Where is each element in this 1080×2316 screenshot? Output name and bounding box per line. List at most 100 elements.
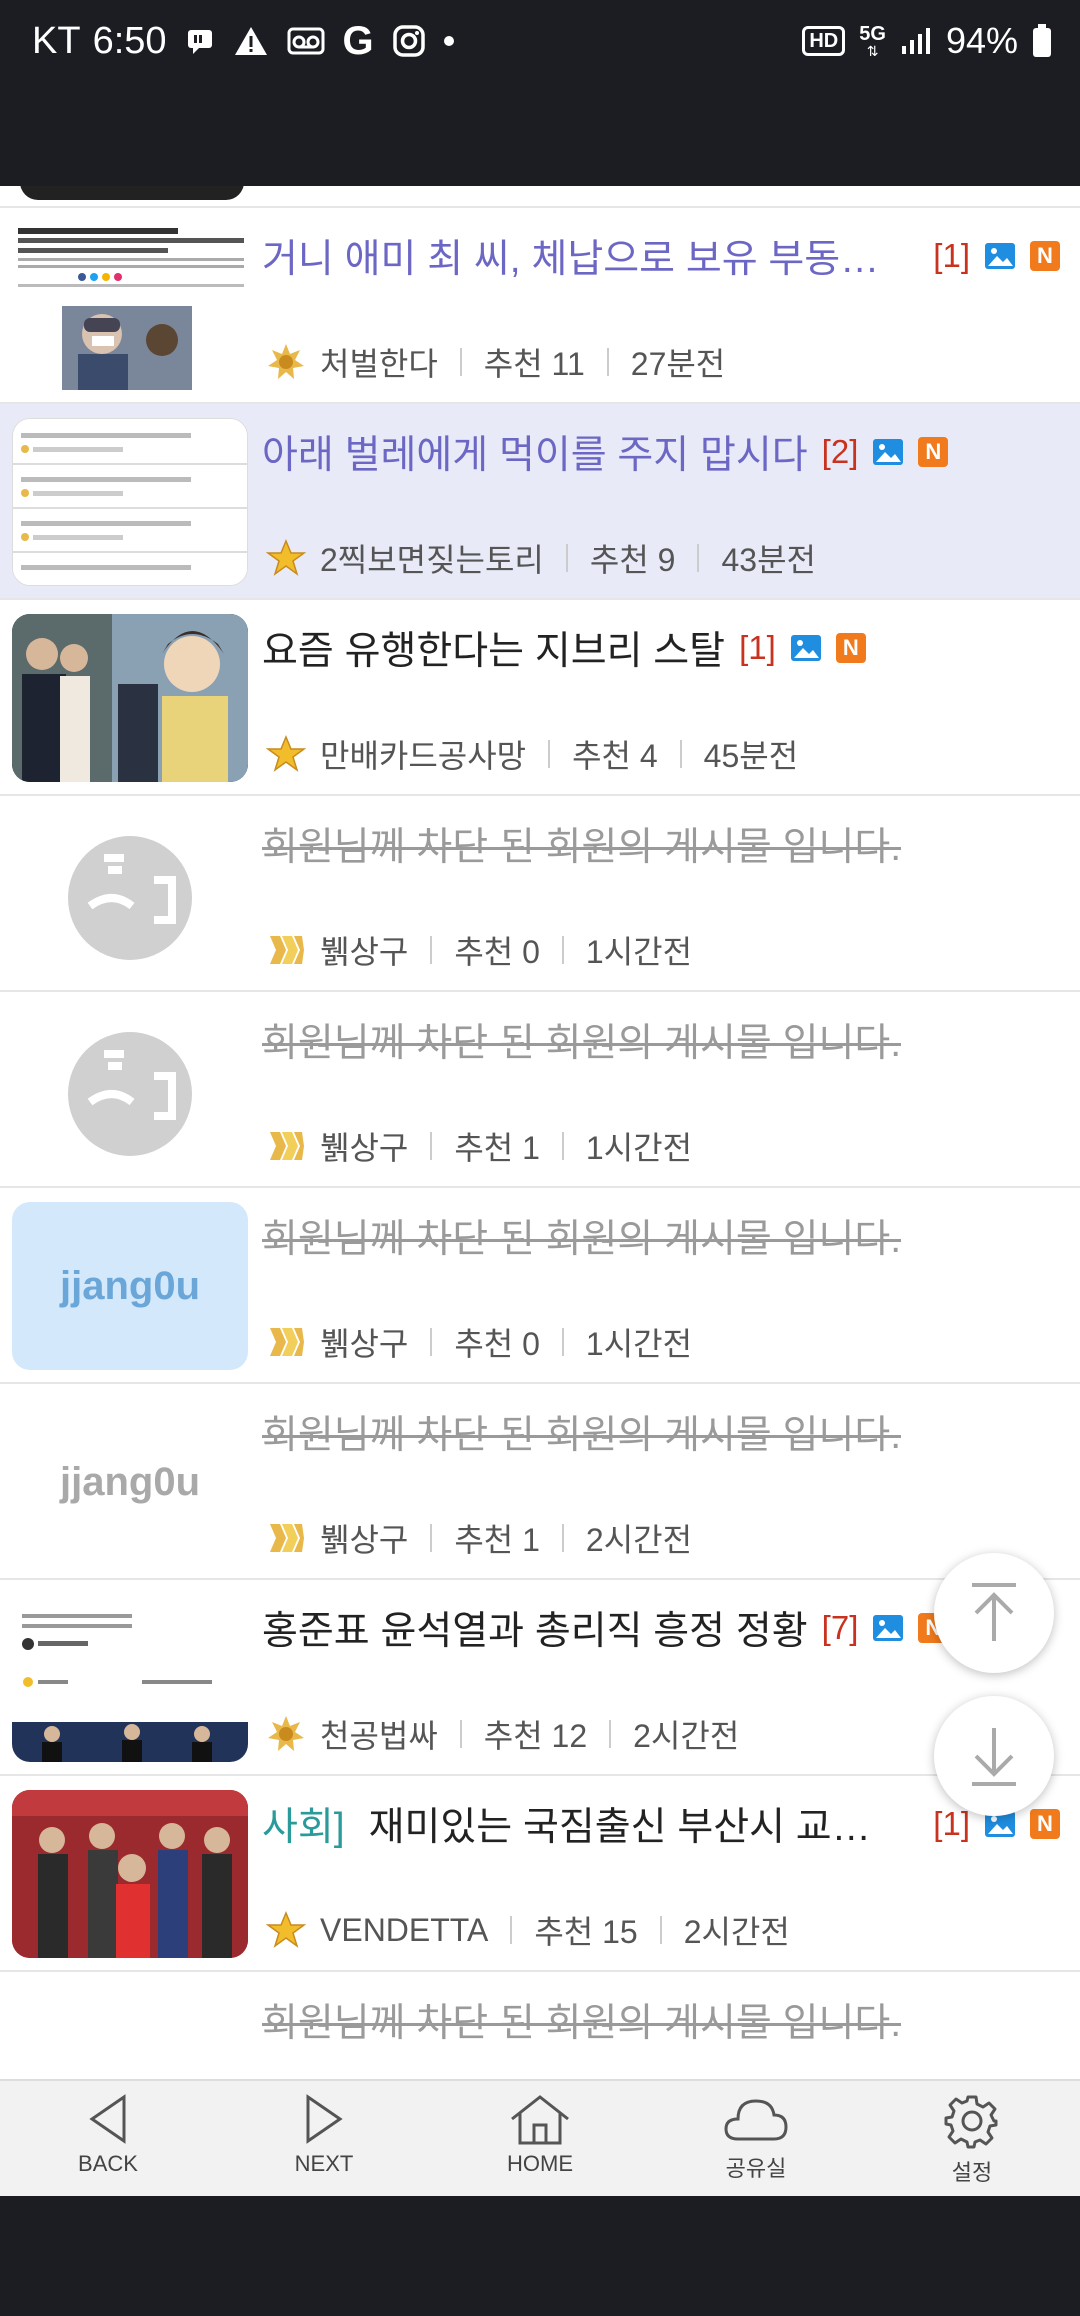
post-recommend: 추천 1 <box>454 1522 540 1558</box>
post-time: 27분전 <box>630 346 726 382</box>
post-author[interactable]: 뷁상구 <box>320 1319 408 1365</box>
home-icon <box>511 2095 569 2145</box>
post-title[interactable]: 재미있는 국짐출신 부산시 교육감 후보 <box>369 1796 889 1852</box>
jjangou-logo-gray: jjang0u <box>12 1986 248 2079</box>
post-author[interactable]: 뷁상구 <box>320 927 408 973</box>
category-label[interactable]: 사회] <box>262 1796 345 1852</box>
scroll-to-bottom-button[interactable] <box>934 1696 1054 1816</box>
separator <box>561 1524 564 1552</box>
post-title[interactable]: 아래 벌레에게 먹이를 주지 맙시다 <box>262 424 808 480</box>
back-button[interactable]: BACK <box>0 2081 216 2196</box>
back-triangle-icon <box>89 2094 126 2144</box>
comment-count: [2] <box>821 433 859 470</box>
post-recommend: 추천 11 <box>483 346 585 382</box>
separator <box>561 1328 564 1356</box>
home-button[interactable]: HOME <box>432 2081 648 2196</box>
post-row-blocked[interactable]: 회원님께 차단 된 회원의 게시물 입니다. 뷁상구 추천 0 1시간전 <box>0 796 1080 992</box>
post-thumbnail <box>12 222 248 390</box>
separator <box>606 348 609 376</box>
settings-label: 설정 <box>951 2160 993 2185</box>
carrier-label: KT <box>32 19 81 62</box>
post-list[interactable]: 거니 애미 최 씨, 체납으로 보유 부동산 대기 압류 [1] N 처벌한다 … <box>0 186 1080 2079</box>
sun-level-icon <box>266 1714 306 1754</box>
image-attached-icon <box>985 243 1015 269</box>
post-recommend: 추천 12 <box>483 1718 588 1754</box>
post-title[interactable]: 거니 애미 최 씨, 체납으로 보유 부동산 대기 압류 <box>262 228 902 284</box>
post-row[interactable]: 홍준표 윤석열과 총리직 흥정 정황 [7] N 천공법싸 추천 12 2시간전 <box>0 1580 1080 1776</box>
post-row-blocked[interactable]: jjang0u 회원님께 차단 된 회원의 게시물 입니다. <box>0 1972 1080 2079</box>
battery-percent: 94% <box>945 20 1018 61</box>
star-level-icon <box>266 1910 306 1950</box>
new-badge-icon: N <box>835 633 866 663</box>
new-badge-icon: N <box>1030 1809 1060 1839</box>
image-attached-icon <box>873 439 904 465</box>
post-title[interactable]: 회원님께 차단 된 회원의 게시물 입니다. <box>262 1404 901 1460</box>
post-row-highlighted[interactable]: 아래 벌레에게 먹이를 주지 맙시다 [2] N 2찍보면짖는토리 추천 9 4… <box>0 404 1080 600</box>
post-author[interactable]: VENDETTA <box>320 1912 488 1949</box>
star-level-icon <box>266 734 306 774</box>
dot-icon <box>443 36 454 46</box>
bottom-nav: BACK NEXT HOME 공유실 설정 <box>0 2079 1080 2196</box>
jjangou-logo-gray: jjang0u <box>12 1398 248 1566</box>
post-thumbnail <box>12 418 248 586</box>
post-recommend: 추천 4 <box>572 738 658 774</box>
comment-count: [1] <box>933 237 970 274</box>
separator <box>679 740 682 768</box>
post-time: 1시간전 <box>585 1130 693 1166</box>
separator <box>561 936 564 964</box>
home-label: HOME <box>507 2151 573 2176</box>
crown-level-icon <box>266 930 306 970</box>
back-label: BACK <box>78 2151 138 2176</box>
post-author[interactable]: 뷁상구 <box>320 1515 408 1561</box>
separator <box>565 544 568 572</box>
post-title[interactable]: 회원님께 차단 된 회원의 게시물 입니다. <box>262 1992 901 2048</box>
separator <box>697 544 700 572</box>
post-row[interactable]: 거니 애미 최 씨, 체납으로 보유 부동산 대기 압류 [1] N 처벌한다 … <box>0 208 1080 404</box>
image-attached-icon <box>873 1615 904 1641</box>
google-icon: G <box>342 18 374 63</box>
cloud-icon <box>724 2099 788 2141</box>
comment-count: [1] <box>933 1805 970 1842</box>
message-icon <box>185 26 215 56</box>
share-room-button[interactable]: 공유실 <box>648 2081 864 2196</box>
sun-level-icon <box>266 342 306 382</box>
post-author[interactable]: 천공법싸 <box>320 1711 438 1757</box>
post-row-blocked[interactable]: 회원님께 차단 된 회원의 게시물 입니다. 뷁상구 추천 1 1시간전 <box>0 992 1080 1188</box>
post-title[interactable]: 회원님께 차단 된 회원의 게시물 입니다. <box>262 1012 901 1068</box>
post-time: 1시간전 <box>585 934 693 970</box>
post-row-blocked[interactable]: jjang0u 회원님께 차단 된 회원의 게시물 입니다. 뷁상구 추천 1 … <box>0 1384 1080 1580</box>
post-author[interactable]: 2찍보면짖는토리 <box>320 535 544 581</box>
post-author[interactable]: 만배카드공사망 <box>320 731 526 777</box>
separator <box>609 1720 612 1748</box>
crown-level-icon <box>266 1126 306 1166</box>
separator <box>430 1328 433 1356</box>
post-recommend: 추천 9 <box>589 542 676 578</box>
scroll-to-top-button[interactable] <box>934 1553 1054 1673</box>
next-label: NEXT <box>294 2151 354 2176</box>
star-level-icon <box>266 538 306 578</box>
new-badge-icon: N <box>918 437 949 467</box>
post-row-blocked[interactable]: jjang0u 회원님께 차단 된 회원의 게시물 입니다. 뷁상구 추천 0 … <box>0 1188 1080 1384</box>
comment-count: [7] <box>821 1609 859 1646</box>
post-row[interactable]: 요즘 유행한다는 지브리 스탈 [1] N 만배카드공사망 추천 4 45분전 <box>0 600 1080 796</box>
next-button[interactable]: NEXT <box>216 2081 432 2196</box>
post-row[interactable]: 사회] 재미있는 국짐출신 부산시 교육감 후보 [1] N VENDETTA … <box>0 1776 1080 1972</box>
post-title[interactable]: 홍준표 윤석열과 총리직 흥정 정황 <box>262 1600 808 1656</box>
separator <box>430 1524 433 1552</box>
5g-icon: 5G ⇅ <box>859 23 886 59</box>
post-recommend: 추천 1 <box>454 1130 540 1166</box>
separator <box>430 936 433 964</box>
post-title[interactable]: 회원님께 차단 된 회원의 게시물 입니다. <box>262 816 901 872</box>
signal-icon <box>900 26 932 56</box>
post-title[interactable]: 회원님께 차단 된 회원의 게시물 입니다. <box>262 1208 901 1264</box>
arrow-up-to-top-icon <box>972 1583 1016 1641</box>
next-triangle-icon <box>306 2094 343 2144</box>
post-title[interactable]: 요즘 유행한다는 지브리 스탈 <box>262 620 725 676</box>
post-author[interactable]: 뷁상구 <box>320 1123 408 1169</box>
crown-level-icon <box>266 1322 306 1362</box>
post-author[interactable]: 처벌한다 <box>320 339 438 385</box>
settings-button[interactable]: 설정 <box>864 2081 1080 2196</box>
post-thumbnail <box>12 1790 248 1958</box>
separator <box>510 1916 513 1944</box>
voicemail-icon <box>287 25 325 57</box>
